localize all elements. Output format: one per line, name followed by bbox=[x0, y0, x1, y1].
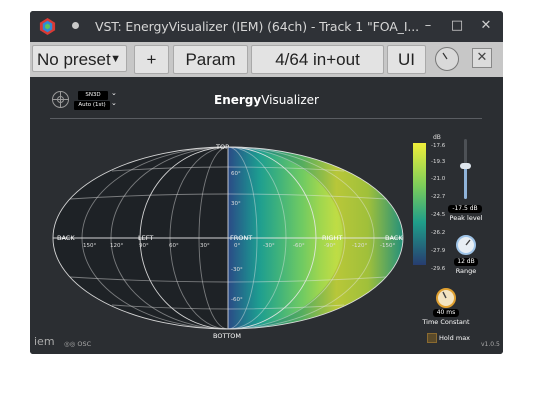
colorbar-tick: -24.5 bbox=[431, 212, 446, 218]
knob-icon bbox=[442, 52, 448, 60]
colorbar-unit: dB bbox=[433, 134, 441, 141]
peak-level-label: Peak level bbox=[449, 214, 483, 222]
colorbar bbox=[413, 143, 426, 265]
chevron-down-icon: ▼ bbox=[110, 53, 121, 65]
osc-label: OSC bbox=[77, 340, 92, 348]
plugin-panel: SN3D ⌄ Auto (1st) ⌄ EnergyVisualizer TOP… bbox=[30, 77, 503, 354]
reaper-app-icon bbox=[39, 17, 56, 36]
left-label: LEFT bbox=[138, 234, 154, 242]
elevation-tick: 60° bbox=[231, 171, 241, 177]
azimuth-tick: -120° bbox=[352, 243, 368, 249]
plugin-title-rest: Visualizer bbox=[261, 93, 319, 107]
hold-max-checkbox[interactable] bbox=[427, 333, 437, 343]
bottom-label: BOTTOM bbox=[213, 332, 242, 340]
time-constant-value[interactable]: 40 ms bbox=[433, 309, 459, 317]
hold-max-label: Hold max bbox=[439, 334, 471, 342]
peak-level-slider-fill bbox=[464, 166, 467, 199]
title-bar: VST: EnergyVisualizer (IEM) (64ch) - Tra… bbox=[30, 11, 503, 42]
elevation-tick: -30° bbox=[231, 267, 243, 273]
maximize-button[interactable]: □ bbox=[448, 17, 466, 35]
osc-indicator-icon: ◎◎ bbox=[64, 340, 78, 348]
host-toolbar: No preset ▼ + Param 4/64 in+out UI ✕ bbox=[30, 42, 503, 77]
time-constant-knob[interactable] bbox=[435, 287, 457, 309]
param-button[interactable]: Param bbox=[173, 45, 248, 74]
azimuth-tick: 0° bbox=[234, 243, 241, 249]
window-title: VST: EnergyVisualizer (IEM) (64ch) - Tra… bbox=[95, 19, 420, 34]
colorbar-tick: -29.6 bbox=[431, 266, 446, 272]
plugin-window: VST: EnergyVisualizer (IEM) (64ch) - Tra… bbox=[30, 11, 503, 354]
front-label: FRONT bbox=[230, 234, 253, 242]
azimuth-tick: -90° bbox=[324, 243, 336, 249]
bypass-button[interactable]: ✕ bbox=[472, 48, 492, 68]
colorbar-tick: -22.7 bbox=[431, 194, 446, 200]
minimize-button[interactable]: – bbox=[419, 17, 437, 35]
version-label: v1.0.5 bbox=[481, 341, 500, 348]
colorbar-tick: -26.2 bbox=[431, 230, 446, 236]
elevation-tick: 30° bbox=[231, 201, 241, 207]
colorbar-tick: -21.0 bbox=[431, 176, 446, 182]
range-value[interactable]: 12 dB bbox=[454, 258, 478, 266]
peak-level-value[interactable]: -17.5 dB bbox=[448, 205, 482, 213]
right-label: RIGHT bbox=[322, 234, 343, 242]
azimuth-tick: 120° bbox=[110, 243, 124, 249]
ui-button[interactable]: UI bbox=[387, 45, 426, 74]
close-window-button[interactable]: ✕ bbox=[477, 17, 495, 35]
azimuth-tick: -30° bbox=[263, 243, 275, 249]
azimuth-tick: 30° bbox=[200, 243, 210, 249]
preset-dropdown[interactable]: No preset ▼ bbox=[32, 45, 127, 72]
colorbar-tick: -27.9 bbox=[431, 248, 446, 254]
range-label: Range bbox=[455, 267, 477, 275]
top-label: TOP bbox=[216, 143, 230, 151]
io-button[interactable]: 4/64 in+out bbox=[251, 45, 384, 74]
iem-logo: iem bbox=[34, 335, 55, 348]
back-left-label: BACK bbox=[57, 234, 75, 242]
time-constant-label: Time Constant bbox=[422, 318, 470, 326]
wet-knob[interactable] bbox=[435, 47, 459, 71]
azimuth-tick: -60° bbox=[293, 243, 305, 249]
azimuth-tick: 150° bbox=[83, 243, 97, 249]
range-knob[interactable] bbox=[455, 234, 477, 256]
elevation-tick: -60° bbox=[231, 297, 243, 303]
peak-level-slider-thumb[interactable] bbox=[460, 163, 471, 169]
window-pin-icon[interactable] bbox=[72, 22, 79, 29]
azimuth-tick: 60° bbox=[169, 243, 179, 249]
azimuth-tick: 90° bbox=[139, 243, 149, 249]
preset-label: No preset bbox=[37, 50, 111, 69]
azimuth-tick: -150° bbox=[380, 243, 396, 249]
colorbar-tick: -19.3 bbox=[431, 159, 446, 165]
plugin-title-bold: Energy bbox=[214, 93, 262, 107]
plugin-title: EnergyVisualizer bbox=[30, 93, 503, 107]
back-right-label: BACK bbox=[385, 234, 403, 242]
header-divider bbox=[50, 118, 482, 119]
add-preset-button[interactable]: + bbox=[134, 45, 169, 74]
colorbar-tick: -17.6 bbox=[431, 143, 446, 149]
osc-status[interactable]: ◎◎ OSC bbox=[64, 340, 91, 348]
